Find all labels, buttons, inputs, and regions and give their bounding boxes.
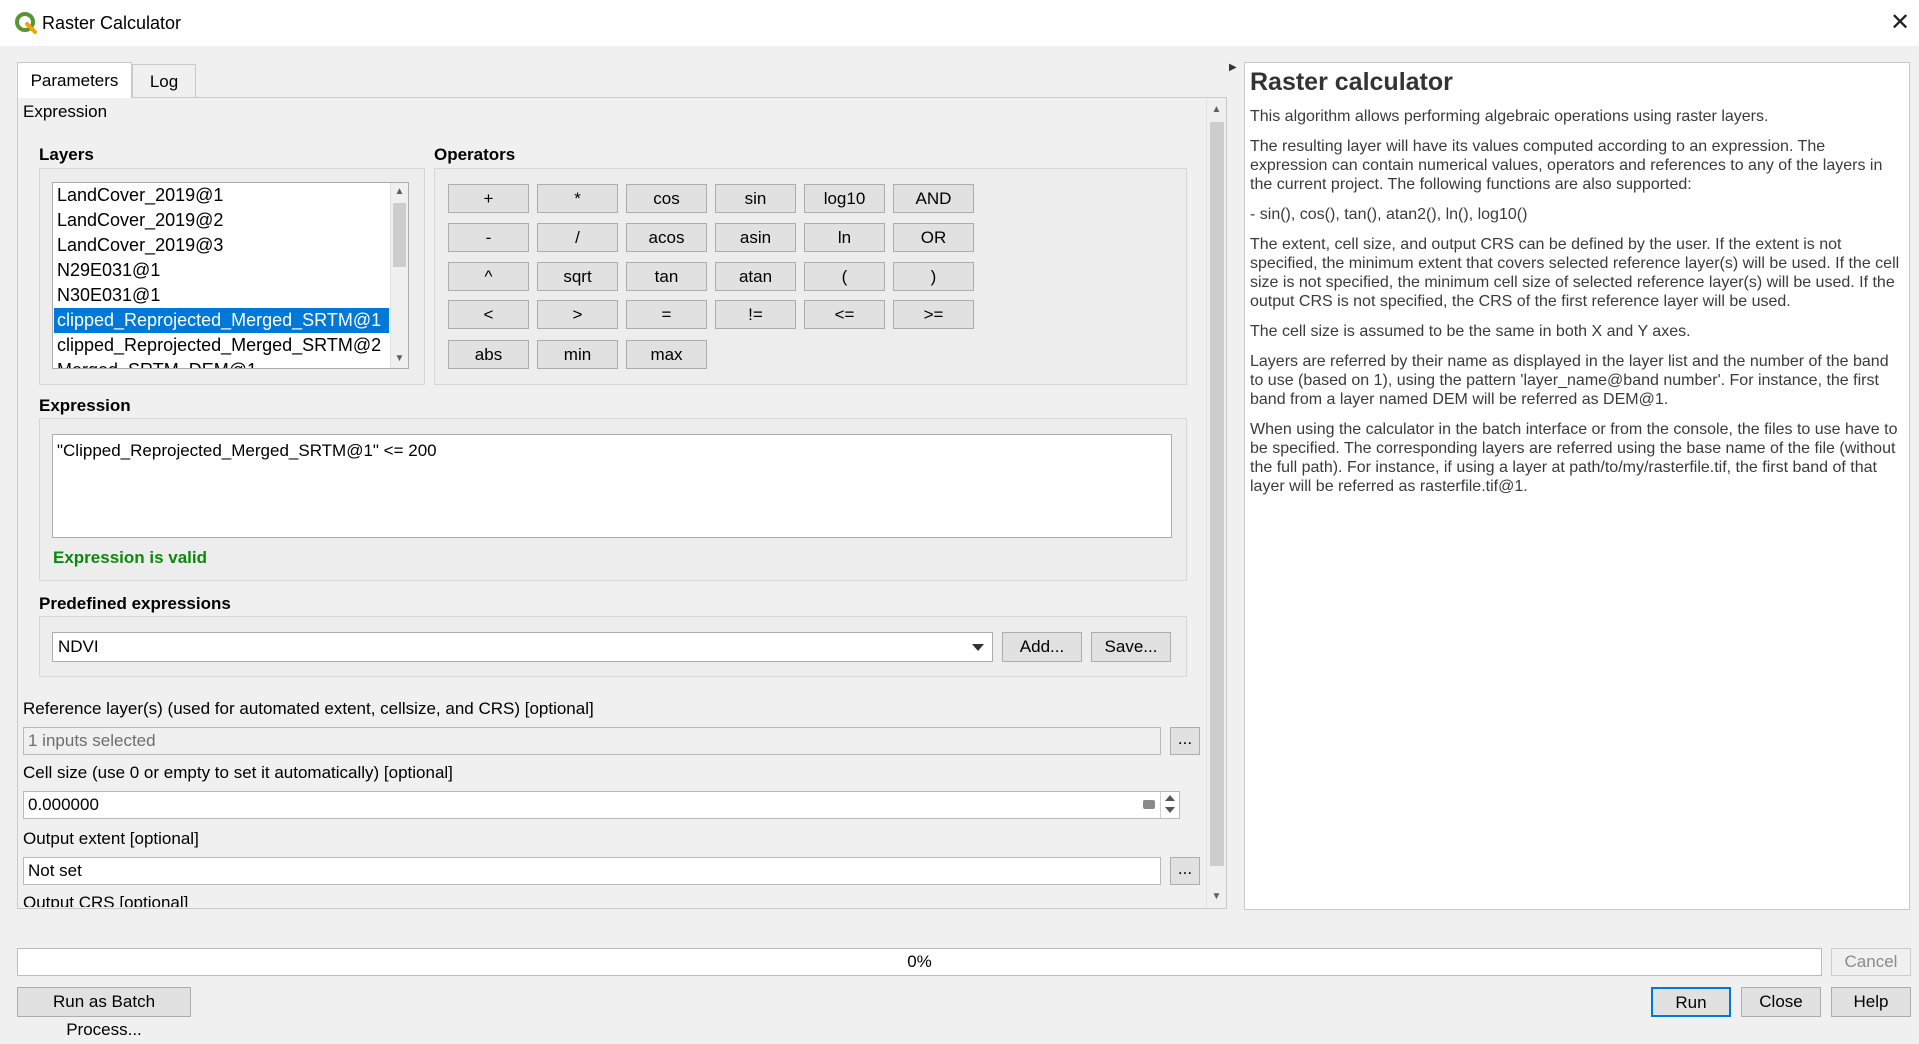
spinbox-arrows[interactable]: [1160, 792, 1179, 818]
operator-button[interactable]: =: [626, 300, 707, 329]
operator-button[interactable]: asin: [715, 223, 796, 252]
help-paragraph: This algorithm allows performing algebra…: [1250, 108, 1769, 125]
scroll-thumb[interactable]: [1210, 122, 1224, 866]
tab-parameters[interactable]: Parameters: [17, 62, 132, 98]
help-paragraph: The resulting layer will have its values…: [1250, 138, 1883, 193]
scroll-down-icon[interactable]: ▼: [1207, 888, 1226, 906]
run-batch-button[interactable]: Run as Batch Process...: [17, 987, 191, 1039]
output-extent-label: Output extent [optional]: [23, 829, 199, 848]
operator-button[interactable]: tan: [626, 262, 707, 291]
operator-button[interactable]: atan: [715, 262, 796, 291]
operator-button[interactable]: abs: [448, 340, 529, 369]
expression-label: Expression: [39, 396, 131, 415]
output-crs-clip: Output CRS [optional]: [23, 893, 1203, 907]
operator-button[interactable]: max: [626, 340, 707, 369]
operator-button[interactable]: sin: [715, 184, 796, 213]
spin-up-icon[interactable]: [1165, 795, 1175, 801]
save-expression-button[interactable]: Save...: [1091, 632, 1171, 662]
operator-button[interactable]: <: [448, 300, 529, 329]
reference-layers-label: Reference layer(s) (used for automated e…: [23, 699, 594, 718]
progress-bar: 0%: [17, 948, 1822, 976]
clear-icon[interactable]: [1143, 800, 1155, 809]
parameters-scrollbar[interactable]: ▲ ▼: [1206, 98, 1226, 908]
operator-button[interactable]: >: [537, 300, 618, 329]
help-paragraph: Layers are referred by their name as dis…: [1250, 353, 1889, 408]
tab-label: Log: [149, 71, 179, 91]
spin-down-icon[interactable]: [1165, 807, 1175, 813]
run-button[interactable]: Run: [1651, 987, 1731, 1017]
help-paragraph: The cell size is assumed to be the same …: [1250, 323, 1691, 340]
layer-item[interactable]: LandCover_2019@2: [54, 208, 389, 233]
layers-list[interactable]: LandCover_2019@1 LandCover_2019@2 LandCo…: [52, 182, 409, 369]
operator-button[interactable]: log10: [804, 184, 885, 213]
help-paragraph: - sin(), cos(), tan(), atan2(), ln(), lo…: [1250, 206, 1528, 223]
help-title: Raster calculator: [1250, 68, 1453, 96]
operator-button[interactable]: !=: [715, 300, 796, 329]
operator-button[interactable]: >=: [893, 300, 974, 329]
expression-section-label: Expression: [23, 102, 108, 121]
collapse-help-icon[interactable]: ▶: [1229, 62, 1237, 73]
layer-item[interactable]: N29E031@1: [54, 258, 389, 283]
help-paragraph: The extent, cell size, and output CRS ca…: [1250, 236, 1900, 310]
scroll-up-icon[interactable]: ▲: [1207, 101, 1226, 119]
cell-size-label: Cell size (use 0 or empty to set it auto…: [23, 763, 453, 782]
layer-item[interactable]: LandCover_2019@1: [54, 183, 389, 208]
operator-button[interactable]: *: [537, 184, 618, 213]
chevron-down-icon: [972, 644, 984, 651]
scroll-up-icon[interactable]: ▲: [391, 183, 408, 201]
tab-label: Parameters: [30, 70, 119, 90]
layer-item[interactable]: clipped_Reprojected_Merged_SRTM@2: [54, 333, 389, 358]
predefined-selected-value: NDVI: [58, 637, 99, 656]
operator-button[interactable]: (: [804, 262, 885, 291]
operator-button[interactable]: ln: [804, 223, 885, 252]
predefined-expressions-label: Predefined expressions: [39, 594, 231, 613]
help-paragraph: When using the calculator in the batch i…: [1250, 421, 1898, 495]
operators-label: Operators: [434, 145, 516, 164]
operator-button[interactable]: acos: [626, 223, 707, 252]
reference-layers-browse-button[interactable]: ...: [1170, 727, 1200, 755]
predefined-expressions-select[interactable]: NDVI: [52, 632, 993, 662]
operator-button[interactable]: -: [448, 223, 529, 252]
operator-button[interactable]: ^: [448, 262, 529, 291]
operator-button[interactable]: cos: [626, 184, 707, 213]
output-extent-field[interactable]: Not set: [23, 857, 1161, 885]
output-crs-label: Output CRS [optional]: [23, 893, 189, 907]
operator-button[interactable]: /: [537, 223, 618, 252]
help-panel: Raster calculator This algorithm allows …: [1244, 62, 1910, 910]
reference-layers-field: 1 inputs selected: [23, 727, 1161, 755]
progress-text: 0%: [907, 952, 932, 971]
cell-size-input[interactable]: 0.000000: [23, 791, 1180, 819]
window-close-icon[interactable]: ✕: [1886, 9, 1914, 37]
output-extent-menu-button[interactable]: ...: [1170, 857, 1200, 885]
layer-item[interactable]: LandCover_2019@3: [54, 233, 389, 258]
operator-button[interactable]: sqrt: [537, 262, 618, 291]
layers-scrollbar[interactable]: ▲ ▼: [390, 183, 408, 368]
layer-item[interactable]: N30E031@1: [54, 283, 389, 308]
operator-button[interactable]: <=: [804, 300, 885, 329]
qgis-logo-icon: [15, 12, 37, 34]
scroll-down-icon[interactable]: ▼: [391, 350, 408, 368]
cancel-button[interactable]: Cancel: [1831, 948, 1911, 976]
layer-item[interactable]: Merged_SRTM_DEM@1: [54, 358, 389, 368]
scroll-thumb[interactable]: [393, 203, 406, 267]
operator-button[interactable]: +: [448, 184, 529, 213]
operator-button[interactable]: ): [893, 262, 974, 291]
help-button[interactable]: Help: [1831, 987, 1911, 1017]
add-expression-button[interactable]: Add...: [1002, 632, 1082, 662]
cell-size-value: 0.000000: [28, 795, 99, 814]
operator-button[interactable]: OR: [893, 223, 974, 252]
layers-label: Layers: [39, 145, 94, 164]
tab-log[interactable]: Log: [132, 64, 196, 98]
expression-input[interactable]: "Clipped_Reprojected_Merged_SRTM@1" <= 2…: [52, 434, 1172, 538]
window-title: Raster Calculator: [42, 13, 182, 33]
operator-button[interactable]: AND: [893, 184, 974, 213]
operator-button[interactable]: min: [537, 340, 618, 369]
layer-item-selected[interactable]: clipped_Reprojected_Merged_SRTM@1: [54, 308, 389, 333]
title-bar: [0, 0, 1919, 46]
expression-status: Expression is valid: [53, 548, 208, 567]
close-button[interactable]: Close: [1741, 987, 1821, 1017]
